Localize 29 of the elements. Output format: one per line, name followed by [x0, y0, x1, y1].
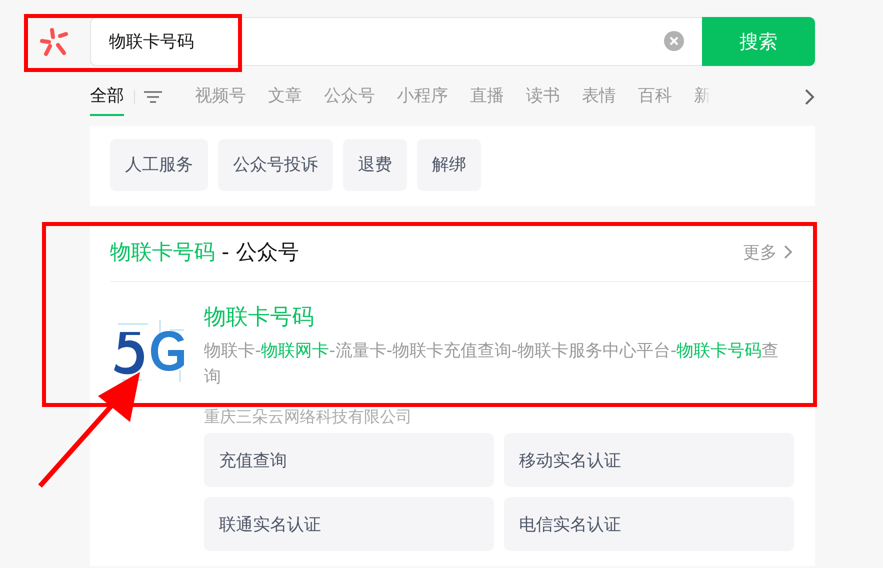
tab[interactable]: 新 — [694, 78, 711, 116]
chevron-right-icon[interactable] — [803, 88, 815, 106]
company-name: 重庆三朵云网络科技有限公司 — [204, 407, 413, 427]
filter-icon[interactable] — [134, 90, 163, 104]
search-field[interactable]: 物联卡号码 — [90, 17, 702, 66]
tab[interactable]: 公众号 — [324, 78, 375, 116]
service-button[interactable]: 充值查询 — [204, 433, 494, 487]
service-button[interactable]: 电信实名认证 — [504, 497, 794, 551]
tab[interactable]: 全部 — [90, 78, 124, 116]
section-heading: 物联卡号码 - 公众号 — [110, 239, 299, 266]
tab[interactable]: 读书 — [526, 78, 560, 116]
more-link[interactable]: 更多 — [743, 240, 793, 264]
tab[interactable]: 百科 — [638, 78, 672, 116]
quick-link-button[interactable]: 人工服务 — [110, 139, 208, 191]
tab[interactable]: 直播 — [470, 78, 504, 116]
quick-link-button[interactable]: 公众号投诉 — [218, 139, 333, 191]
tab[interactable]: 表情 — [582, 78, 616, 116]
quick-link-button[interactable]: 解绑 — [417, 139, 481, 191]
service-button[interactable]: 联通实名认证 — [204, 497, 494, 551]
search-button[interactable]: 搜索 — [702, 17, 815, 66]
service-button[interactable]: 移动实名认证 — [504, 433, 794, 487]
quick-link-button[interactable]: 退费 — [343, 139, 407, 191]
tab[interactable]: 文章 — [268, 78, 302, 116]
result-title[interactable]: 物联卡号码 — [204, 302, 795, 332]
chevron-right-icon — [783, 244, 793, 260]
tab[interactable]: 小程序 — [397, 78, 448, 116]
tab[interactable]: 视频号 — [195, 78, 246, 116]
logo-icon[interactable] — [38, 26, 70, 58]
result-description: 物联卡-物联网卡-流量卡-物联卡充值查询-物联卡服务中心平台-物联卡号码查询 — [204, 340, 780, 389]
